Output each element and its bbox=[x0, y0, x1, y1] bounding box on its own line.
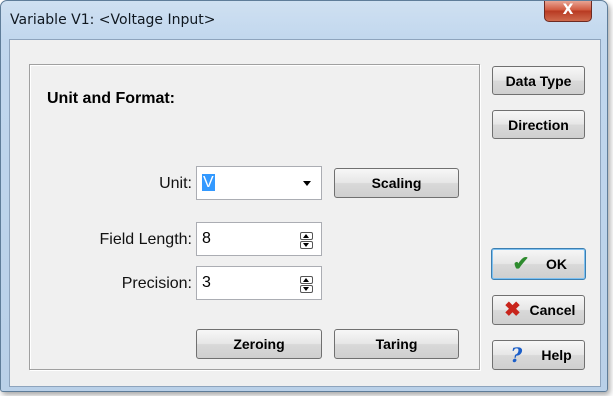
spin-up-icon[interactable] bbox=[300, 232, 313, 240]
unit-value: V bbox=[202, 174, 215, 191]
precision-label: Precision: bbox=[121, 275, 192, 292]
help-button[interactable]: ? Help bbox=[492, 340, 585, 370]
spinner-icon[interactable] bbox=[300, 276, 313, 293]
ok-button[interactable]: ✔ OK bbox=[491, 248, 586, 280]
field-length-label: Field Length: bbox=[99, 231, 192, 248]
spinner-icon[interactable] bbox=[300, 232, 313, 249]
field-length-value: 8 bbox=[202, 230, 211, 247]
unit-select[interactable]: V bbox=[196, 166, 322, 200]
question-icon: ? bbox=[510, 343, 523, 367]
direction-button[interactable]: Direction bbox=[492, 110, 585, 139]
zeroing-button[interactable]: Zeroing bbox=[196, 329, 322, 359]
precision-stepper[interactable]: 3 bbox=[196, 266, 322, 300]
close-button[interactable]: X bbox=[544, 1, 592, 22]
cancel-button[interactable]: ✖ Cancel bbox=[492, 295, 585, 325]
unit-format-group bbox=[29, 64, 480, 370]
scaling-button[interactable]: Scaling bbox=[334, 168, 459, 198]
unit-label: Unit: bbox=[159, 175, 192, 192]
chevron-down-icon[interactable] bbox=[303, 181, 311, 186]
group-title: Unit and Format: bbox=[47, 90, 175, 107]
precision-value: 3 bbox=[202, 274, 211, 291]
cancel-label: Cancel bbox=[529, 302, 576, 318]
field-length-stepper[interactable]: 8 bbox=[196, 222, 322, 256]
x-icon: ✖ bbox=[504, 299, 521, 321]
taring-button[interactable]: Taring bbox=[334, 329, 459, 359]
ok-label: OK bbox=[546, 256, 567, 272]
window-title: Variable V1: <Voltage Input> bbox=[10, 12, 216, 28]
title-bar[interactable]: Variable V1: <Voltage Input> X bbox=[1, 1, 607, 38]
close-icon: X bbox=[562, 2, 574, 18]
help-label: Help bbox=[541, 347, 572, 363]
spin-up-icon[interactable] bbox=[300, 276, 313, 284]
data-type-button[interactable]: Data Type bbox=[492, 66, 585, 95]
check-icon: ✔ bbox=[512, 253, 530, 275]
spin-down-icon[interactable] bbox=[300, 241, 313, 249]
spin-down-icon[interactable] bbox=[300, 285, 313, 293]
